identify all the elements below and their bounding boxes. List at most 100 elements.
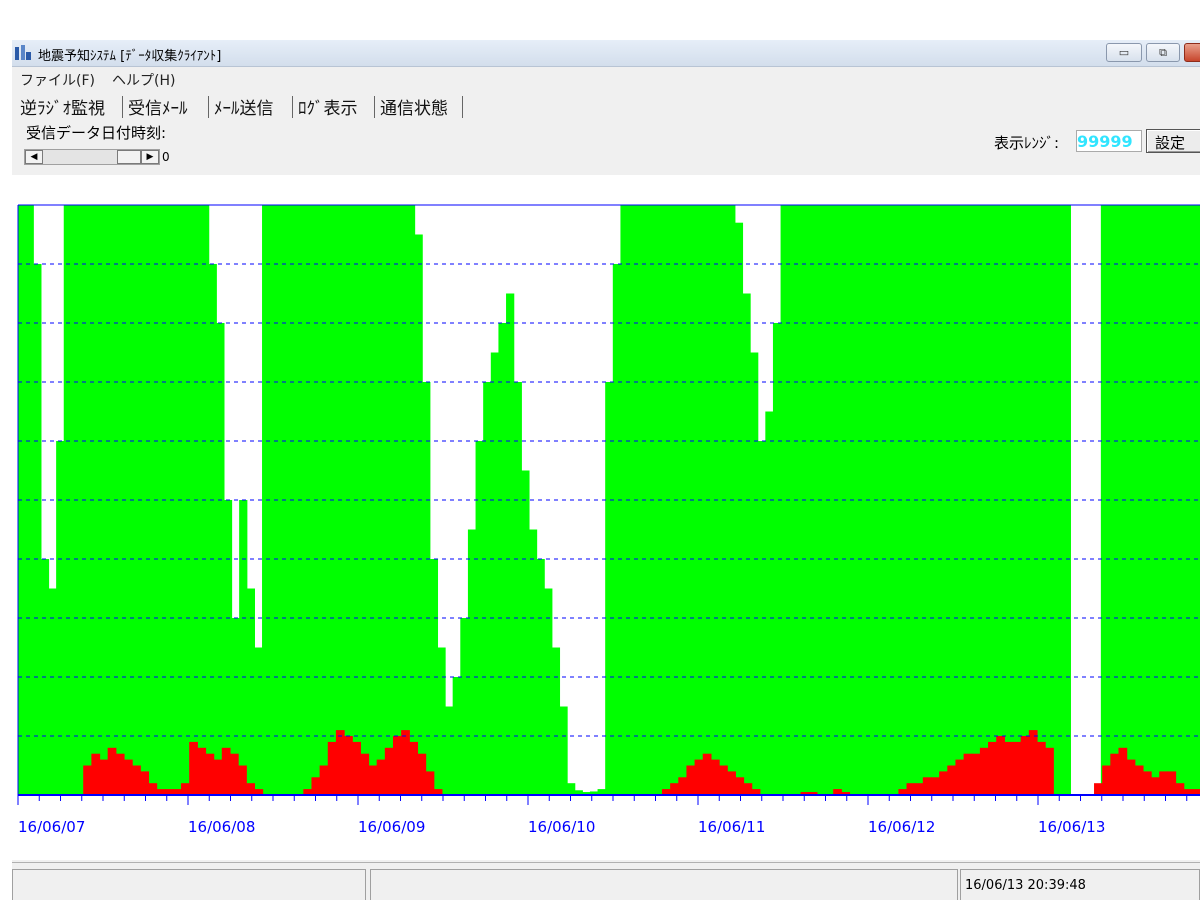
scroll-thumb[interactable] <box>117 150 141 164</box>
red-bar <box>1134 765 1144 795</box>
red-bar <box>1126 759 1136 795</box>
red-bar <box>123 759 133 795</box>
red-bar <box>311 777 321 795</box>
green-bar <box>612 263 622 795</box>
tab-send-mail[interactable]: ﾒｰﾙ送信 <box>212 94 276 119</box>
green-bar <box>750 352 759 795</box>
red-bar <box>425 771 435 795</box>
status-pane <box>12 869 366 900</box>
red-bar <box>327 741 337 795</box>
red-bar <box>148 783 158 795</box>
green-bar <box>483 382 492 795</box>
green-bar <box>742 293 751 795</box>
red-bar <box>963 753 973 795</box>
red-bar <box>955 759 965 795</box>
green-bar <box>445 706 454 795</box>
red-bar <box>1102 765 1111 795</box>
red-bar <box>115 753 125 795</box>
red-bar <box>384 747 394 795</box>
status-bar: 16/06/13 20:39:48 <box>12 862 1200 900</box>
x-tick-label: 16/06/12 <box>868 818 935 836</box>
menu-file[interactable]: ファイル(F) <box>20 70 95 90</box>
red-bar <box>132 765 141 795</box>
red-bar <box>376 759 386 795</box>
red-bar <box>229 753 239 795</box>
app-window: 地震予知ｼｽﾃﾑ [ﾃﾞｰﾀ収集ｸﾗｲｱﾝﾄ] ▭ ⧉ ✕ ファイル(F) ヘル… <box>12 40 1200 900</box>
window-title: 地震予知ｼｽﾃﾑ [ﾃﾞｰﾀ収集ｸﾗｲｱﾝﾄ] <box>38 49 222 64</box>
green-bar <box>559 706 568 795</box>
green-bar <box>551 647 561 795</box>
red-bar <box>352 741 361 795</box>
date-scrollbar[interactable]: ◀ ▶ <box>24 149 160 165</box>
tab-divider <box>462 96 463 118</box>
menu-bar: ファイル(F) ヘルプ(H) <box>12 67 1200 89</box>
red-bar <box>1028 730 1038 795</box>
display-range-input[interactable]: 99999 <box>1076 130 1142 152</box>
received-datetime-label: 受信データ日付時刻: <box>26 124 167 142</box>
red-bar <box>1020 736 1030 795</box>
x-tick-label: 16/06/10 <box>528 818 595 836</box>
red-bar <box>1004 741 1014 795</box>
green-bar <box>33 263 42 795</box>
green-bar <box>544 588 553 795</box>
status-timestamp: 16/06/13 20:39:48 <box>965 878 1086 893</box>
red-bar <box>996 736 1005 795</box>
tab-strip: 逆ﾗｼﾞｵ監視 受信ﾒｰﾙ ﾒｰﾙ送信 ﾛｸﾞ表示 通信状態 <box>12 92 1200 120</box>
green-bar <box>437 647 446 795</box>
green-bar <box>414 234 423 796</box>
red-bar <box>360 753 370 795</box>
red-bar <box>1012 741 1022 795</box>
red-bar <box>1036 741 1046 795</box>
tab-divider <box>208 96 209 118</box>
green-bar <box>528 529 538 795</box>
red-bar <box>939 771 948 795</box>
status-pane <box>370 869 958 900</box>
green-bar <box>467 529 477 795</box>
status-pane-time: 16/06/13 20:39:48 <box>960 869 1200 900</box>
red-bar <box>988 741 997 795</box>
red-bar <box>107 747 117 795</box>
red-bar <box>1045 747 1054 795</box>
green-bar <box>48 588 57 795</box>
x-tick-label: 16/06/08 <box>188 818 255 836</box>
scroll-right-button[interactable]: ▶ <box>141 150 159 164</box>
menu-help[interactable]: ヘルプ(H) <box>112 70 175 90</box>
green-bar <box>765 411 774 795</box>
close-button[interactable]: ✕ <box>1184 43 1200 62</box>
red-bar <box>906 783 916 795</box>
x-tick-label: 16/06/07 <box>18 818 85 836</box>
red-bar <box>368 765 378 795</box>
red-bar <box>694 759 704 795</box>
red-bar <box>719 765 728 795</box>
green-bar <box>254 647 263 795</box>
red-bar <box>914 783 924 795</box>
green-bar <box>521 470 530 795</box>
x-tick-label: 16/06/11 <box>698 818 765 836</box>
red-bar <box>1167 771 1177 795</box>
red-bar <box>1142 771 1152 795</box>
red-bar <box>1094 783 1103 795</box>
red-bar <box>702 753 712 795</box>
restore-button[interactable]: ⧉ <box>1146 43 1180 62</box>
tab-comm-status[interactable]: 通信状態 <box>378 94 450 119</box>
red-bar <box>197 747 207 795</box>
red-bar <box>335 730 345 795</box>
red-bar <box>189 741 198 795</box>
tab-reverse-radio[interactable]: 逆ﾗｼﾞｵ監視 <box>18 94 107 119</box>
minimize-button[interactable]: ▭ <box>1106 43 1142 62</box>
red-bar <box>91 753 101 795</box>
red-bar <box>710 759 720 795</box>
tab-received-mail[interactable]: 受信ﾒｰﾙ <box>126 94 190 119</box>
chart-svg: 16/06/07 16/06/08 16/06/09 16/06/10 16/06/11… <box>17 204 1200 836</box>
scroll-left-button[interactable]: ◀ <box>25 150 43 164</box>
green-bar <box>506 293 515 795</box>
red-bar <box>971 753 981 795</box>
tab-divider <box>374 96 375 118</box>
green-bar <box>208 263 217 795</box>
red-bar <box>930 777 940 795</box>
set-button[interactable]: 設定 <box>1146 129 1200 153</box>
title-bar[interactable]: 地震予知ｼｽﾃﾑ [ﾃﾞｰﾀ収集ｸﾗｲｱﾝﾄ] ▭ ⧉ ✕ <box>12 40 1200 67</box>
green-bar <box>239 500 248 795</box>
restore-icon: ⧉ <box>1159 46 1167 59</box>
tab-log-view[interactable]: ﾛｸﾞ表示 <box>296 94 360 119</box>
